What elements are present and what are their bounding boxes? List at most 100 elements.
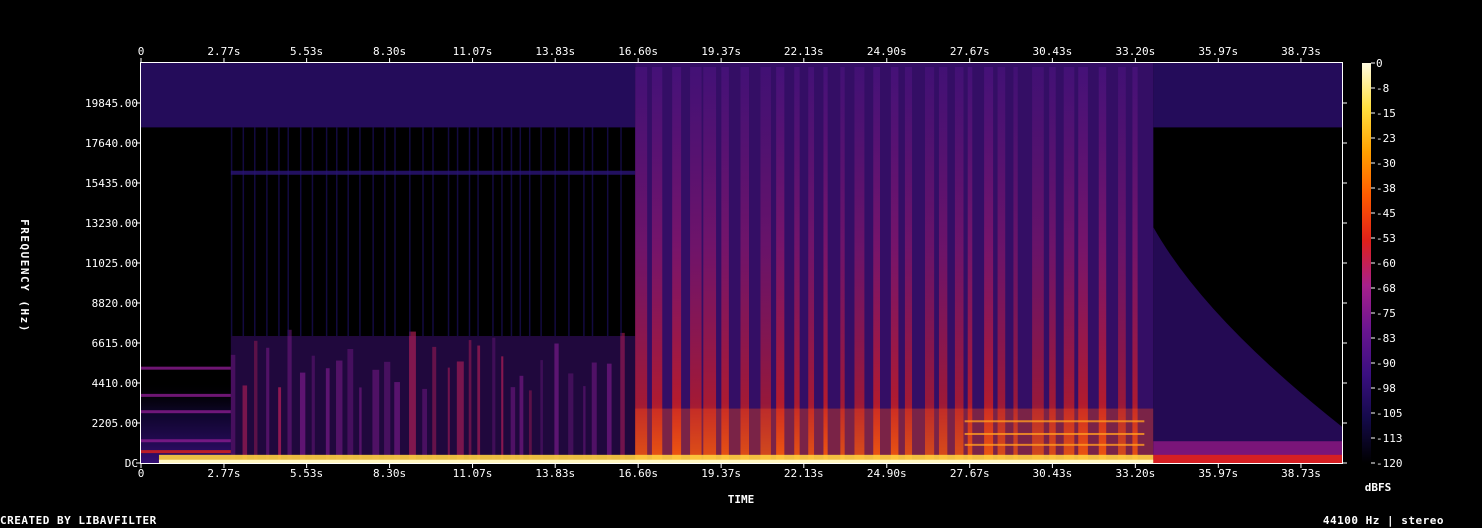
x-tick-label: 30.43s bbox=[1033, 45, 1073, 58]
onset-stripe bbox=[794, 67, 800, 463]
x-tick-label: 16.60s bbox=[618, 45, 658, 58]
colorbar-tick-label: -98 bbox=[1376, 382, 1396, 395]
colorbar-tick-label: -23 bbox=[1376, 132, 1396, 145]
x-tick-label: 11.07s bbox=[453, 45, 493, 58]
onset-stripe-high bbox=[456, 127, 459, 337]
y-tick-label: 15435.00 bbox=[85, 177, 138, 190]
colorbar-tick-label: -105 bbox=[1376, 407, 1403, 420]
onset-stripe-high bbox=[432, 127, 434, 337]
colorbar-tick-label: -53 bbox=[1376, 232, 1396, 245]
onset-stripe bbox=[721, 67, 729, 463]
onset-stripe bbox=[311, 355, 315, 463]
colorbar-tick-label: -113 bbox=[1376, 432, 1403, 445]
onset-stripe bbox=[287, 329, 292, 463]
x-tick-label: 27.67s bbox=[950, 467, 990, 480]
onset-stripe bbox=[760, 67, 771, 463]
onset-stripe-high bbox=[422, 127, 424, 337]
colorbar-tick-label: -68 bbox=[1376, 282, 1396, 295]
onset-stripe bbox=[854, 67, 865, 463]
onset-stripe-high bbox=[278, 127, 280, 337]
colorbar-tick-label: 0 bbox=[1376, 57, 1383, 70]
colorbar-tick-label: -90 bbox=[1376, 357, 1396, 370]
onset-stripe-high bbox=[568, 127, 570, 337]
onset-stripe bbox=[456, 361, 464, 463]
onset-stripe bbox=[540, 360, 543, 463]
onset-stripe bbox=[984, 67, 994, 463]
x-tick-label: 13.83s bbox=[535, 467, 575, 480]
onset-stripe-high bbox=[409, 127, 411, 337]
onset-stripe-high bbox=[519, 127, 522, 337]
onset-stripe bbox=[583, 386, 586, 463]
onset-stripe bbox=[278, 387, 282, 463]
onset-stripe-high bbox=[501, 127, 503, 337]
onset-stripe bbox=[1118, 67, 1126, 463]
x-tick-label: 16.60s bbox=[618, 467, 658, 480]
onset-stripe-high bbox=[447, 127, 450, 337]
colorbar-tick-label: -83 bbox=[1376, 332, 1396, 345]
onset-stripe-high bbox=[242, 127, 245, 337]
onset-stripe bbox=[967, 67, 973, 463]
colorbar-tick-label: -38 bbox=[1376, 182, 1396, 195]
onset-stripe bbox=[384, 361, 391, 463]
onset-stripe bbox=[1078, 67, 1088, 463]
onset-stripe bbox=[1098, 67, 1107, 463]
colorbar-tick-label: -30 bbox=[1376, 157, 1396, 170]
onset-stripe bbox=[501, 356, 504, 463]
onset-stripe-high bbox=[287, 127, 289, 337]
onset-stripe bbox=[823, 67, 828, 463]
colorbar-tick-label: -45 bbox=[1376, 207, 1396, 220]
onset-stripe bbox=[904, 67, 913, 463]
onset-stripe bbox=[554, 343, 559, 463]
x-tick-label: 33.20s bbox=[1115, 467, 1155, 480]
onset-stripe bbox=[1132, 67, 1138, 463]
y-tick-label: 8820.00 bbox=[92, 297, 138, 310]
onset-stripe bbox=[740, 67, 750, 463]
y-tick-label: 17640.00 bbox=[85, 137, 138, 150]
y-tick-label: 19845.00 bbox=[85, 97, 138, 110]
y-axis-label: FREQUENCY (Hz) bbox=[18, 219, 31, 333]
onset-stripe bbox=[690, 67, 702, 463]
y-tick-label: 2205.00 bbox=[92, 417, 138, 430]
x-tick-label: 22.13s bbox=[784, 45, 824, 58]
onset-stripe bbox=[347, 348, 354, 463]
onset-stripe bbox=[325, 368, 330, 463]
onset-stripe bbox=[266, 347, 270, 463]
onset-stripe bbox=[938, 67, 948, 463]
onset-stripe bbox=[230, 354, 236, 463]
intro-harmonic bbox=[141, 366, 231, 370]
colorbar: 0 -8 -15 -23 -30 -38 -45 -53 -60 -68 -75 -83 -90 -98 -… bbox=[1362, 57, 1403, 470]
intro-harmonic bbox=[141, 410, 231, 414]
colorbar-gradient bbox=[1362, 63, 1371, 463]
audio-info-text: 44100 Hz | stereo bbox=[1322, 514, 1444, 527]
x-tick-label: 30.43s bbox=[1033, 467, 1073, 480]
onset-stripe bbox=[242, 385, 248, 463]
onset-stripe bbox=[651, 67, 663, 463]
x-tick-label: 38.73s bbox=[1281, 467, 1321, 480]
x-tick-label: 11.07s bbox=[453, 467, 493, 480]
x-tick-label: 19.37s bbox=[701, 467, 741, 480]
onset-stripe bbox=[1063, 67, 1075, 463]
colorbar-tick-label: -8 bbox=[1376, 82, 1389, 95]
x-tick-label: 2.77s bbox=[207, 467, 240, 480]
onset-stripe bbox=[1049, 67, 1056, 463]
onset-stripe bbox=[336, 360, 343, 463]
x-tick-label: 5.53s bbox=[290, 467, 323, 480]
hf-noise-band bbox=[1153, 63, 1342, 128]
x-tick-label: 33.20s bbox=[1115, 45, 1155, 58]
onset-stripe-high bbox=[554, 127, 556, 337]
intro-harmonic bbox=[141, 393, 231, 397]
onset-stripe bbox=[703, 67, 717, 463]
onset-stripe bbox=[394, 382, 400, 463]
loud-harmonic bbox=[964, 420, 1145, 423]
x-tick-label: 24.90s bbox=[867, 467, 907, 480]
x-tick-label: 38.73s bbox=[1281, 45, 1321, 58]
onset-stripe-high bbox=[336, 127, 338, 337]
x-tick-label: 27.67s bbox=[950, 45, 990, 58]
onset-stripe bbox=[468, 340, 472, 463]
onset-stripe-high bbox=[347, 127, 349, 337]
x-tick-label: 19.37s bbox=[701, 45, 741, 58]
x-tick-label: 24.90s bbox=[867, 45, 907, 58]
x-tick-label: 0 bbox=[138, 467, 145, 480]
onset-stripe-high bbox=[528, 127, 531, 337]
onset-stripe bbox=[254, 340, 258, 463]
